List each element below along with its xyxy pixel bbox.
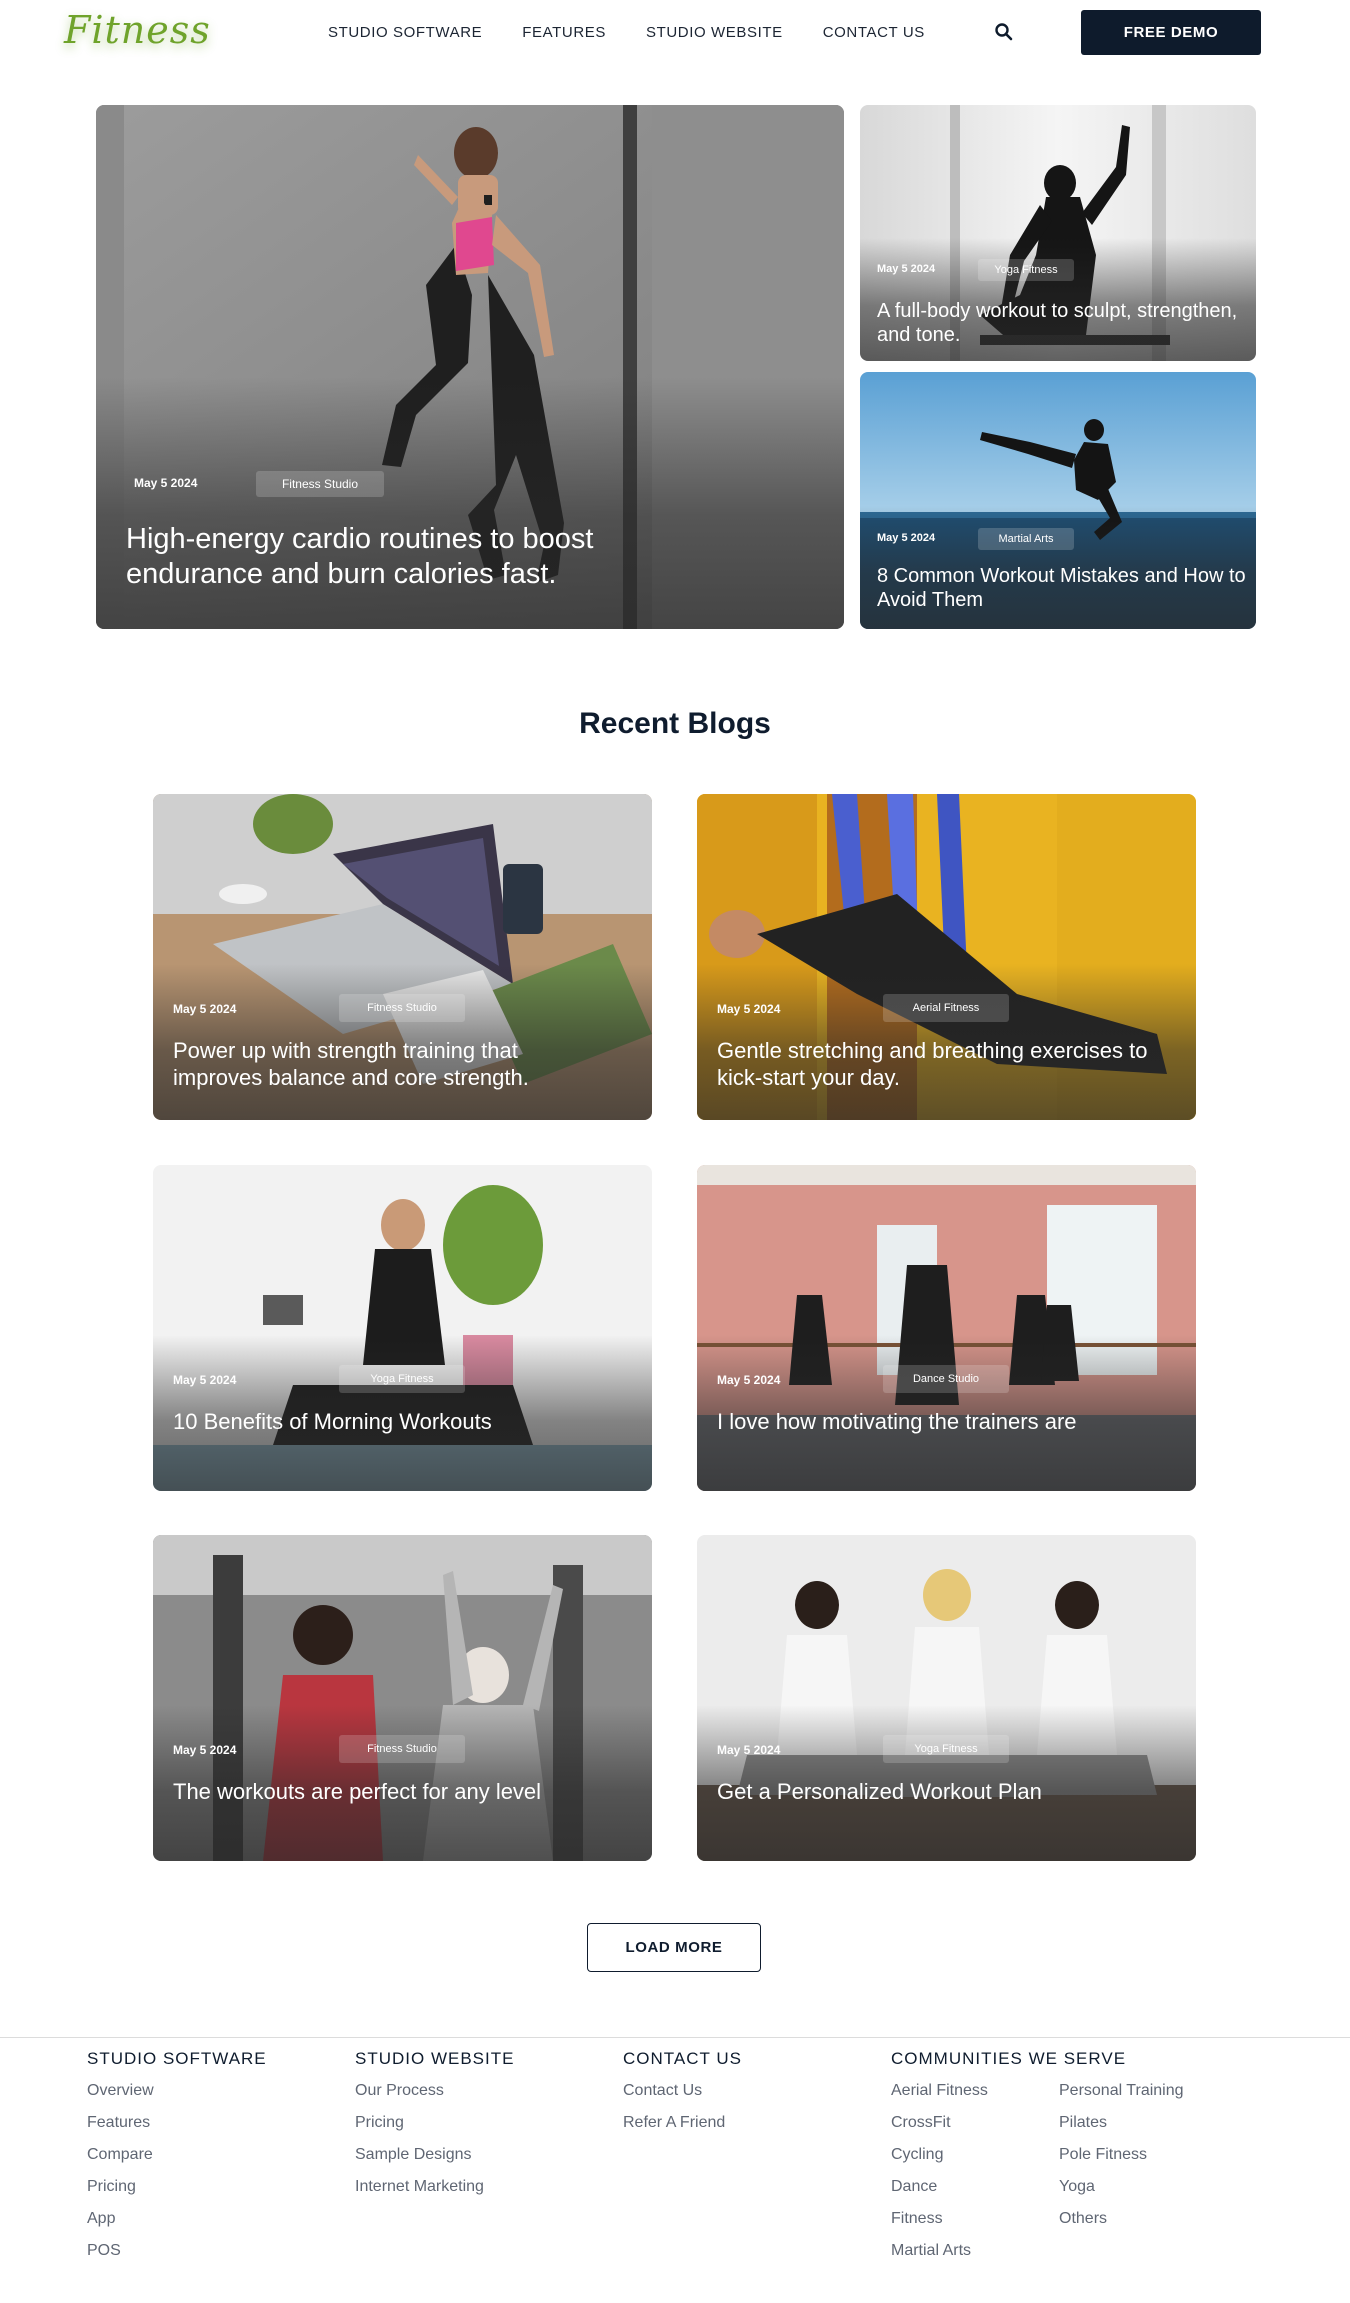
footer-link-features[interactable]: Features bbox=[87, 2113, 267, 2145]
post-title[interactable]: A full-body workout to sculpt, strengthe… bbox=[877, 299, 1247, 348]
footer-link-pos[interactable]: POS bbox=[87, 2241, 267, 2273]
blog-card[interactable]: May 5 2024 Yoga Fitness 10 Benefits of M… bbox=[153, 1165, 652, 1491]
post-title[interactable]: I love how motivating the trainers are bbox=[717, 1409, 1157, 1436]
nav-link-features[interactable]: FEATURES bbox=[522, 24, 606, 41]
footer-heading: STUDIO SOFTWARE bbox=[87, 2049, 267, 2068]
post-date: May 5 2024 bbox=[134, 476, 198, 490]
category-badge[interactable]: Fitness Studio bbox=[339, 994, 465, 1022]
featured-side-card[interactable]: May 5 2024 Yoga Fitness A full-body work… bbox=[860, 105, 1256, 361]
post-title[interactable]: 8 Common Workout Mistakes and How to Avo… bbox=[877, 564, 1247, 613]
footer-column-studio-website: STUDIO WEBSITE Our Process Pricing Sampl… bbox=[355, 2049, 514, 2209]
category-badge[interactable]: Aerial Fitness bbox=[883, 994, 1009, 1022]
post-title[interactable]: Gentle stretching and breathing exercise… bbox=[717, 1038, 1157, 1092]
nav-link-studio-website[interactable]: STUDIO WEBSITE bbox=[646, 24, 783, 41]
post-date: May 5 2024 bbox=[173, 1002, 237, 1016]
post-title[interactable]: 10 Benefits of Morning Workouts bbox=[173, 1409, 613, 1436]
category-badge[interactable]: Yoga Fitness bbox=[339, 1365, 465, 1393]
blog-card[interactable]: May 5 2024 Yoga Fitness Get a Personaliz… bbox=[697, 1535, 1196, 1861]
footer-column-contact-us: CONTACT US Contact Us Refer A Friend bbox=[623, 2049, 742, 2145]
footer-link-fitness[interactable]: Fitness bbox=[891, 2209, 1059, 2241]
footer-link-crossfit[interactable]: CrossFit bbox=[891, 2113, 1059, 2145]
category-badge[interactable]: Yoga Fitness bbox=[978, 259, 1074, 281]
communities-col-1: Aerial Fitness CrossFit Cycling Dance Fi… bbox=[891, 2081, 1059, 2273]
blog-card[interactable]: May 5 2024 Fitness Studio Power up with … bbox=[153, 794, 652, 1120]
footer-link-personal-training[interactable]: Personal Training bbox=[1059, 2081, 1227, 2113]
nav-links: STUDIO SOFTWARE FEATURES STUDIO WEBSITE … bbox=[328, 24, 965, 41]
post-title[interactable]: The workouts are perfect for any level bbox=[173, 1779, 613, 1806]
post-date: May 5 2024 bbox=[717, 1373, 781, 1387]
featured-side-card[interactable]: May 5 2024 Martial Arts 8 Common Workout… bbox=[860, 372, 1256, 629]
communities-col-2: Personal Training Pilates Pole Fitness Y… bbox=[1059, 2081, 1227, 2273]
category-badge[interactable]: Fitness Studio bbox=[256, 471, 384, 497]
category-badge[interactable]: Martial Arts bbox=[978, 528, 1074, 550]
blog-card[interactable]: May 5 2024 Dance Studio I love how motiv… bbox=[697, 1165, 1196, 1491]
post-title[interactable]: High-energy cardio routines to boost end… bbox=[126, 522, 686, 593]
footer-divider bbox=[0, 2037, 1350, 2038]
footer-link-aerial-fitness[interactable]: Aerial Fitness bbox=[891, 2081, 1059, 2113]
featured-post-card[interactable]: May 5 2024 Fitness Studio High-energy ca… bbox=[96, 105, 844, 629]
post-date: May 5 2024 bbox=[877, 263, 936, 275]
footer-column-studio-software: STUDIO SOFTWARE Overview Features Compar… bbox=[87, 2049, 267, 2273]
post-date: May 5 2024 bbox=[877, 532, 936, 544]
post-date: May 5 2024 bbox=[717, 1743, 781, 1757]
footer-link-dance[interactable]: Dance bbox=[891, 2177, 1059, 2209]
footer-link-contact-us[interactable]: Contact Us bbox=[623, 2081, 742, 2113]
category-badge[interactable]: Fitness Studio bbox=[339, 1735, 465, 1763]
footer-link-martial-arts[interactable]: Martial Arts bbox=[891, 2241, 1059, 2273]
footer-link-yoga[interactable]: Yoga bbox=[1059, 2177, 1227, 2209]
site-logo[interactable]: Fitness bbox=[64, 8, 211, 52]
free-demo-button[interactable]: FREE DEMO bbox=[1081, 10, 1261, 55]
footer-link-app[interactable]: App bbox=[87, 2209, 267, 2241]
nav-link-contact-us[interactable]: CONTACT US bbox=[823, 24, 925, 41]
footer-heading: COMMUNITIES WE SERVE bbox=[891, 2049, 1127, 2068]
footer-link-cycling[interactable]: Cycling bbox=[891, 2145, 1059, 2177]
recent-blogs-heading: Recent Blogs bbox=[579, 707, 771, 740]
footer-link-pilates[interactable]: Pilates bbox=[1059, 2113, 1227, 2145]
footer-link-sample-designs[interactable]: Sample Designs bbox=[355, 2145, 514, 2177]
category-badge[interactable]: Yoga Fitness bbox=[883, 1735, 1009, 1763]
footer-link-compare[interactable]: Compare bbox=[87, 2145, 267, 2177]
post-title[interactable]: Power up with strength training that imp… bbox=[173, 1038, 613, 1092]
footer-heading: STUDIO WEBSITE bbox=[355, 2049, 515, 2068]
post-date: May 5 2024 bbox=[173, 1373, 237, 1387]
search-icon[interactable] bbox=[994, 22, 1014, 42]
post-date: May 5 2024 bbox=[173, 1743, 237, 1757]
post-date: May 5 2024 bbox=[717, 1002, 781, 1016]
top-navigation: Fitness STUDIO SOFTWARE FEATURES STUDIO … bbox=[0, 0, 1350, 64]
load-more-button[interactable]: LOAD MORE bbox=[587, 1923, 761, 1972]
footer-link-pricing[interactable]: Pricing bbox=[87, 2177, 267, 2209]
blog-card[interactable]: May 5 2024 Fitness Studio The workouts a… bbox=[153, 1535, 652, 1861]
footer-heading: CONTACT US bbox=[623, 2049, 742, 2068]
blog-card[interactable]: May 5 2024 Aerial Fitness Gentle stretch… bbox=[697, 794, 1196, 1120]
category-badge[interactable]: Dance Studio bbox=[883, 1365, 1009, 1393]
communities-list: Aerial Fitness CrossFit Cycling Dance Fi… bbox=[891, 2081, 1227, 2273]
footer-link-pole-fitness[interactable]: Pole Fitness bbox=[1059, 2145, 1227, 2177]
footer-column-communities: COMMUNITIES WE SERVE Aerial Fitness Cros… bbox=[891, 2049, 1227, 2273]
footer-link-overview[interactable]: Overview bbox=[87, 2081, 267, 2113]
footer-link-others[interactable]: Others bbox=[1059, 2209, 1227, 2241]
footer-link-pricing[interactable]: Pricing bbox=[355, 2113, 514, 2145]
nav-link-studio-software[interactable]: STUDIO SOFTWARE bbox=[328, 24, 482, 41]
footer-link-our-process[interactable]: Our Process bbox=[355, 2081, 514, 2113]
footer-link-internet-marketing[interactable]: Internet Marketing bbox=[355, 2177, 514, 2209]
post-title[interactable]: Get a Personalized Workout Plan bbox=[717, 1779, 1157, 1806]
footer-link-refer-a-friend[interactable]: Refer A Friend bbox=[623, 2113, 742, 2145]
